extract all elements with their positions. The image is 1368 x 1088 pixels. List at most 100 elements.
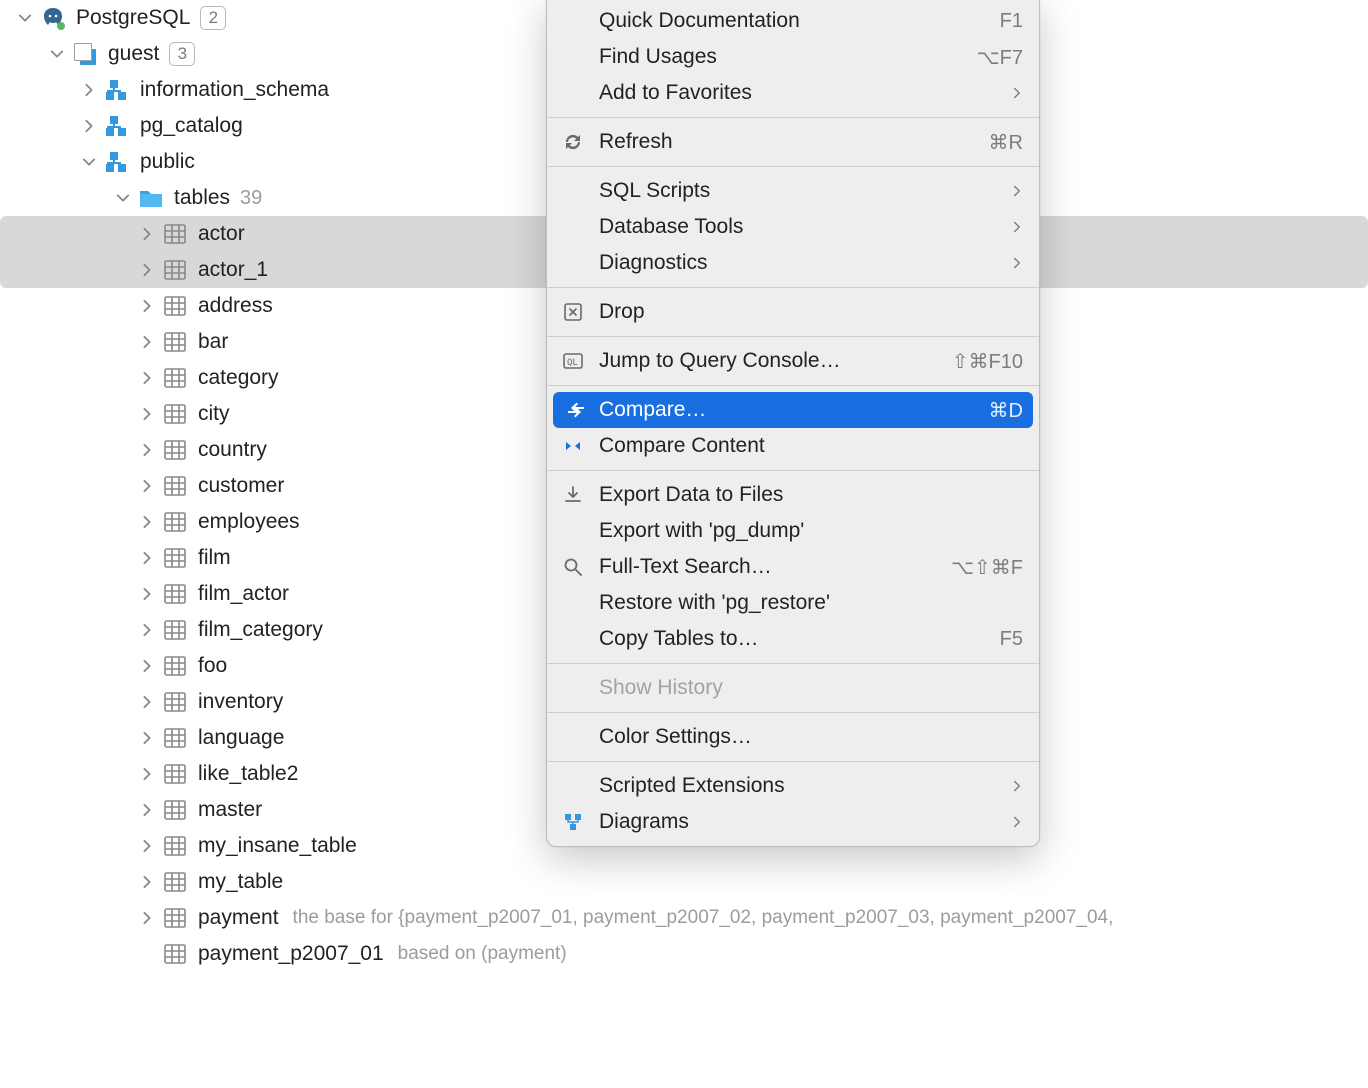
menu-item-shortcut: ⌥⇧⌘F <box>951 555 1023 580</box>
menu-item-label: Find Usages <box>599 45 977 69</box>
table-label: actor <box>198 216 245 252</box>
table-icon <box>162 365 188 391</box>
table-label: film <box>198 540 231 576</box>
chevron-right-icon[interactable] <box>138 297 156 315</box>
menu-separator <box>547 761 1039 762</box>
chevron-down-icon[interactable] <box>114 189 132 207</box>
menu-item-label: Color Settings… <box>599 725 1023 749</box>
tree-table-my_table[interactable]: my_table <box>0 864 1368 900</box>
table-icon <box>162 905 188 931</box>
chevron-right-icon[interactable] <box>138 621 156 639</box>
chevron-right-icon[interactable] <box>138 585 156 603</box>
menu-item-drop[interactable]: Drop <box>547 294 1039 330</box>
compare-icon <box>553 400 599 420</box>
table-icon <box>162 725 188 751</box>
schema-icon <box>104 77 130 103</box>
menu-item-copy-tables[interactable]: Copy Tables to… F5 <box>547 621 1039 657</box>
chevron-right-icon[interactable] <box>138 801 156 819</box>
menu-item-export-pgdump[interactable]: Export with 'pg_dump' <box>547 513 1039 549</box>
chevron-right-icon[interactable] <box>138 549 156 567</box>
table-icon <box>162 689 188 715</box>
export-icon <box>547 485 599 505</box>
schema-label: pg_catalog <box>140 108 243 144</box>
chevron-right-icon[interactable] <box>138 441 156 459</box>
menu-item-shortcut: F5 <box>1000 628 1023 651</box>
menu-item-add-fav[interactable]: Add to Favorites <box>547 75 1039 111</box>
table-icon <box>162 473 188 499</box>
menu-item-db-tools[interactable]: Database Tools <box>547 209 1039 245</box>
compare2-icon <box>547 436 599 456</box>
menu-separator <box>547 336 1039 337</box>
table-icon <box>162 941 188 967</box>
root-badge: 2 <box>200 6 226 30</box>
menu-item-quick-doc[interactable]: Quick Documentation F1 <box>547 3 1039 39</box>
chevron-right-icon[interactable] <box>138 909 156 927</box>
schema-icon <box>104 149 130 175</box>
chevron-down-icon[interactable] <box>16 9 34 27</box>
table-label: like_table2 <box>198 756 298 792</box>
menu-item-restore[interactable]: Restore with 'pg_restore' <box>547 585 1039 621</box>
table-icon <box>162 617 188 643</box>
menu-item-refresh[interactable]: Refresh ⌘R <box>547 124 1039 160</box>
root-label: PostgreSQL <box>76 0 190 36</box>
submenu-chevron-icon <box>1011 810 1023 834</box>
menu-item-compare[interactable]: Compare… ⌘D <box>553 392 1033 428</box>
chevron-right-icon[interactable] <box>138 693 156 711</box>
table-icon <box>162 761 188 787</box>
chevron-down-icon[interactable] <box>48 45 66 63</box>
chevron-right-icon[interactable] <box>80 81 98 99</box>
table-label: master <box>198 792 262 828</box>
chevron-right-icon[interactable] <box>138 657 156 675</box>
table-icon <box>162 869 188 895</box>
table-label: film_actor <box>198 576 289 612</box>
chevron-right-icon[interactable] <box>138 225 156 243</box>
menu-separator <box>547 117 1039 118</box>
console-icon <box>547 351 599 371</box>
table-icon <box>162 581 188 607</box>
chevron-right-icon[interactable] <box>138 729 156 747</box>
menu-separator <box>547 287 1039 288</box>
table-note: the base for {payment_p2007_01, payment_… <box>293 900 1114 936</box>
menu-item-diagrams[interactable]: Diagrams <box>547 804 1039 840</box>
chevron-right-icon[interactable] <box>138 261 156 279</box>
chevron-down-icon[interactable] <box>80 153 98 171</box>
menu-item-export[interactable]: Export Data to Files <box>547 477 1039 513</box>
menu-item-scripted-ext[interactable]: Scripted Extensions <box>547 768 1039 804</box>
menu-item-shortcut: F1 <box>1000 10 1023 33</box>
table-label: customer <box>198 468 284 504</box>
menu-separator <box>547 663 1039 664</box>
tree-table-payment[interactable]: payment the base for {payment_p2007_01, … <box>0 900 1368 936</box>
menu-item-label: Drop <box>599 300 1023 324</box>
table-label: city <box>198 396 230 432</box>
table-label: foo <box>198 648 227 684</box>
menu-item-compare-content[interactable]: Compare Content <box>547 428 1039 464</box>
menu-item-fulltext[interactable]: Full-Text Search… ⌥⇧⌘F <box>547 549 1039 585</box>
menu-item-sql-scripts[interactable]: SQL Scripts <box>547 173 1039 209</box>
refresh-icon <box>547 132 599 152</box>
chevron-right-icon[interactable] <box>138 837 156 855</box>
table-label: language <box>198 720 284 756</box>
table-icon <box>162 401 188 427</box>
menu-item-diagnostics[interactable]: Diagnostics <box>547 245 1039 281</box>
menu-item-jump-console[interactable]: Jump to Query Console… ⇧⌘F10 <box>547 343 1039 379</box>
chevron-right-icon[interactable] <box>138 333 156 351</box>
chevron-right-icon[interactable] <box>138 369 156 387</box>
chevron-right-icon[interactable] <box>138 765 156 783</box>
table-label: payment <box>198 900 279 936</box>
tree-table-payment_p2007_01[interactable]: payment_p2007_01 based on (payment) <box>0 936 1368 972</box>
submenu-chevron-icon <box>1011 81 1023 105</box>
menu-item-color-settings[interactable]: Color Settings… <box>547 719 1039 755</box>
submenu-chevron-icon <box>1011 774 1023 798</box>
menu-item-label: Export with 'pg_dump' <box>599 519 1023 543</box>
menu-item-label: Full-Text Search… <box>599 555 951 579</box>
menu-item-find-usages[interactable]: Find Usages ⌥F7 <box>547 39 1039 75</box>
chevron-right-icon[interactable] <box>138 513 156 531</box>
chevron-right-icon[interactable] <box>138 405 156 423</box>
table-icon <box>162 329 188 355</box>
chevron-right-icon[interactable] <box>138 873 156 891</box>
menu-item-label: Jump to Query Console… <box>599 349 952 373</box>
chevron-right-icon[interactable] <box>138 477 156 495</box>
table-icon <box>162 437 188 463</box>
submenu-chevron-icon <box>1011 179 1023 203</box>
chevron-right-icon[interactable] <box>80 117 98 135</box>
